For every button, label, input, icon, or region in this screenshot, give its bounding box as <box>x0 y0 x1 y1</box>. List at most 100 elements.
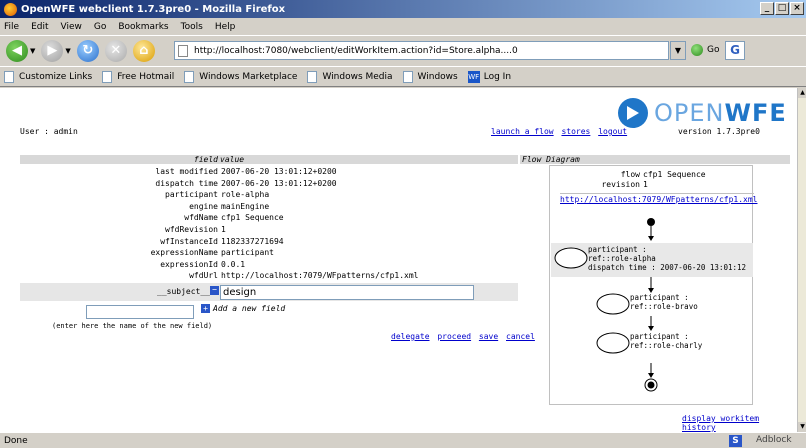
add-field-link[interactable]: Add a new field <box>213 304 285 313</box>
participant-node-alpha[interactable] <box>554 247 588 269</box>
menu-help[interactable]: Help <box>215 22 236 32</box>
field-value: role-alpha <box>221 190 270 200</box>
menu-file[interactable]: File <box>4 22 19 32</box>
bookmark-windows-media[interactable]: Windows Media <box>307 70 393 83</box>
subject-input[interactable]: design <box>220 285 474 300</box>
flow-diagram-header: Flow Diagram <box>520 155 790 164</box>
bookmark-label: Windows Marketplace <box>199 71 298 82</box>
bookmark-windows[interactable]: Windows <box>402 70 458 83</box>
status-text: Done <box>4 435 28 446</box>
reload-button[interactable]: ↻ <box>76 39 99 62</box>
close-button[interactable]: × <box>790 2 804 15</box>
logo-text-bold: WFE <box>724 99 787 127</box>
top-links: launch a flow stores logout <box>491 127 630 136</box>
field-key: engine <box>189 201 218 211</box>
add-field-icon[interactable]: + <box>201 304 210 313</box>
bookmarks-toolbar: Customize Links Free Hotmail Windows Mar… <box>0 66 806 87</box>
flow-diagram: flow cfp1 Sequence revision 1 http://loc… <box>549 165 757 405</box>
field-column-header: field <box>193 155 218 164</box>
back-dropdown-icon[interactable]: ▼ <box>30 47 35 55</box>
wfe-logo-icon: WF <box>467 70 480 83</box>
display-history-link[interactable]: display workitem history <box>682 414 759 432</box>
field-row: wfdName cfp1 Sequence <box>20 212 518 223</box>
scroll-down-icon[interactable]: ▼ <box>798 422 806 432</box>
back-button[interactable]: ◀ <box>6 39 28 62</box>
vertical-scrollbar[interactable]: ▲ ▼ <box>797 88 806 432</box>
menu-edit[interactable]: Edit <box>31 22 48 32</box>
scroll-up-icon[interactable]: ▲ <box>798 88 806 98</box>
node-alpha-line1: participant : <box>588 245 647 254</box>
url-field[interactable]: http://localhost:7080/webclient/editWork… <box>174 41 669 60</box>
menu-tools[interactable]: Tools <box>181 22 203 32</box>
stop-button[interactable]: ✕ <box>104 39 127 62</box>
field-row: wfdRevision 1 <box>20 224 518 235</box>
field-key: participant <box>165 190 218 200</box>
bookmark-label: Windows Media <box>322 71 393 82</box>
field-value: 2007-06-20 13:01:12+0200 <box>221 178 337 188</box>
bookmark-label: Free Hotmail <box>117 71 175 82</box>
page-icon <box>184 70 195 83</box>
delegate-link[interactable]: delegate <box>391 332 430 341</box>
field-value: 1182337271694 <box>221 236 284 246</box>
menu-bookmarks[interactable]: Bookmarks <box>118 22 168 32</box>
search-icon[interactable]: G <box>725 41 745 60</box>
bookmark-label: Log In <box>483 71 512 82</box>
field-value: 2007-06-20 13:01:12+0200 <box>221 167 337 176</box>
field-key: wfInstanceId <box>160 236 218 246</box>
url-text: http://localhost:7080/webclient/editWork… <box>194 45 518 56</box>
new-field-hint: (enter here the name of the new field) <box>52 322 213 330</box>
logout-link[interactable]: logout <box>598 127 627 136</box>
subject-key: __subject__ <box>157 287 210 296</box>
remove-field-icon[interactable]: − <box>210 286 219 295</box>
field-key: wfdName <box>184 213 218 223</box>
node-charly-line1: participant : <box>630 332 689 341</box>
maximize-button[interactable]: □ <box>775 2 789 15</box>
bookmark-windows-marketplace[interactable]: Windows Marketplace <box>184 70 298 83</box>
field-value: cfp1 Sequence <box>221 213 284 223</box>
bookmark-log-in[interactable]: WF Log In <box>467 70 512 83</box>
menu-go[interactable]: Go <box>94 22 106 32</box>
participant-node-charly[interactable] <box>596 332 630 354</box>
minimize-button[interactable]: _ <box>760 2 774 15</box>
node-bravo-line2: ref::role-bravo <box>630 302 698 311</box>
participant-node-bravo[interactable] <box>596 293 630 315</box>
home-button[interactable]: ⌂ <box>132 39 155 62</box>
field-table-header: field value <box>20 155 518 164</box>
bookmark-free-hotmail[interactable]: Free Hotmail <box>102 70 175 83</box>
cancel-link[interactable]: cancel <box>506 332 535 341</box>
forward-dropdown-icon[interactable]: ▼ <box>65 47 70 55</box>
url-dropdown-icon[interactable]: ▼ <box>670 41 686 60</box>
menu-view[interactable]: View <box>61 22 82 32</box>
new-field-input[interactable] <box>86 305 194 319</box>
field-row: last modified 2007-06-20 13:01:12+0200 <box>20 166 518 177</box>
s-extension-icon[interactable]: S <box>729 435 742 447</box>
page-content: OPENWFE User : admin launch a flow store… <box>0 88 797 432</box>
go-icon <box>691 44 703 56</box>
page-icon <box>178 44 188 57</box>
go-button[interactable]: Go <box>691 44 719 56</box>
adblock-label[interactable]: Adblock <box>756 435 792 445</box>
forward-button[interactable]: ▶ <box>41 39 64 62</box>
page-icon <box>4 70 14 83</box>
window-title: OpenWFE webclient 1.7.3pre0 - Mozilla Fi… <box>21 3 286 15</box>
node-alpha-line2: ref::role-alpha <box>588 254 656 263</box>
bookmark-label: Customize Links <box>19 71 93 82</box>
node-charly-line2: ref::role-charly <box>630 341 703 350</box>
field-row: wfdUrl http://localhost:7079/WFpatterns/c… <box>20 270 518 281</box>
field-row: participant role-alpha <box>20 189 518 200</box>
field-value: mainEngine <box>221 201 270 211</box>
bookmark-customize-links[interactable]: Customize Links <box>4 70 93 83</box>
save-link[interactable]: save <box>479 332 498 341</box>
field-value: http://localhost:7079/WFpatterns/cfp1.xm… <box>221 271 419 281</box>
logo-text: OPENWFE <box>654 99 787 127</box>
status-bar: Done S Adblock <box>0 432 806 448</box>
page-icon <box>402 70 413 83</box>
field-key: last modified <box>155 167 218 176</box>
bookmark-label: Windows <box>417 71 458 82</box>
page-icon <box>307 70 318 83</box>
stores-link[interactable]: stores <box>561 127 590 136</box>
proceed-link[interactable]: proceed <box>437 332 471 341</box>
node-bravo-line1: participant : <box>630 293 689 302</box>
launch-flow-link[interactable]: launch a flow <box>491 127 554 136</box>
start-node-icon <box>647 218 655 226</box>
